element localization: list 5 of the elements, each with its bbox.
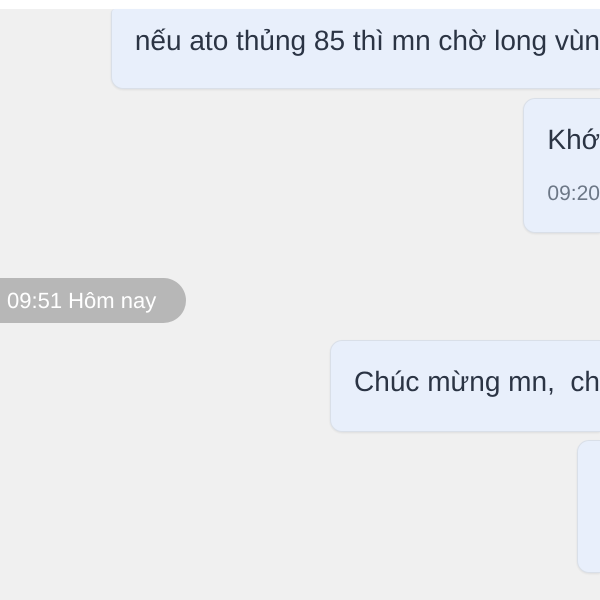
message-text: nếu ato thủng 85 thì mn chờ long vùn <box>134 24 600 58</box>
date-separator: 09:51 Hôm nay <box>0 278 186 323</box>
message-text: Chúc mừng mn, ch <box>354 365 600 399</box>
message-text: Khớ <box>547 123 600 157</box>
message-time: 09:20 <box>547 182 600 206</box>
